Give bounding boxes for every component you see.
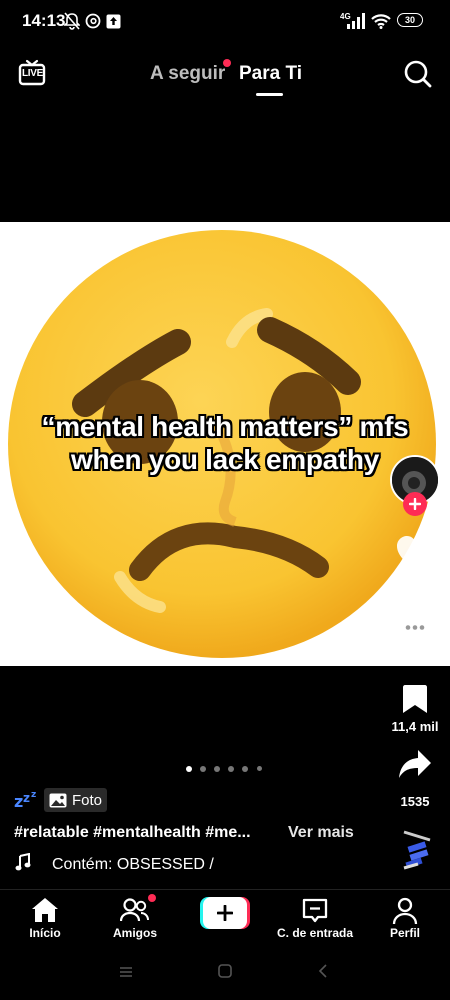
home-icon <box>32 898 58 922</box>
tab-following[interactable]: A seguir <box>150 63 225 85</box>
svg-text:z: z <box>31 790 36 800</box>
sleep-zzz-icon: zzz <box>14 789 40 814</box>
like-count: 66,9 mil <box>391 577 439 592</box>
comment-count: 1815 <box>400 653 430 668</box>
tab-for-you[interactable]: Para Ti <box>239 63 302 85</box>
tab-profile-label: Perfil <box>389 926 420 940</box>
svg-text:z: z <box>14 792 23 809</box>
home-system-icon[interactable] <box>218 964 232 983</box>
bookmark-icon <box>403 685 427 713</box>
follow-button[interactable] <box>403 492 427 516</box>
profile-icon <box>392 897 418 925</box>
muted-bell-icon <box>64 12 80 30</box>
signal-icon <box>346 12 366 30</box>
tab-home[interactable] <box>30 896 60 929</box>
battery-level: 30 <box>404 15 415 25</box>
carousel-dot <box>242 766 248 772</box>
photo-icon <box>49 793 67 807</box>
search-icon[interactable] <box>403 59 433 94</box>
photo-text-overlay: “mental health matters” mfs when you lac… <box>0 410 450 476</box>
live-button[interactable]: LIVE <box>18 58 46 86</box>
tab-inbox-label: C. de entrada <box>276 926 354 940</box>
share-arrow-icon <box>399 750 431 778</box>
new-content-dot <box>223 59 231 67</box>
threads-icon <box>85 12 101 30</box>
tab-friends-label: Amigos <box>112 926 157 940</box>
friends-icon <box>119 898 149 922</box>
carousel-dot <box>257 766 262 771</box>
photo-mode-label: Foto <box>72 791 103 809</box>
friends-notification-dot <box>148 894 156 902</box>
post-hashtags[interactable]: #relatable #mentalhealth #me... <box>14 824 251 842</box>
comment-icon <box>399 614 431 644</box>
music-note-icon <box>15 852 31 878</box>
carousel-dot <box>228 766 234 772</box>
tab-friends[interactable] <box>119 897 150 928</box>
save-button[interactable] <box>402 684 428 719</box>
carousel-dot-active <box>186 766 192 772</box>
status-time: 14:13 <box>22 11 66 30</box>
svg-text:z: z <box>23 791 30 805</box>
live-label: LIVE <box>22 68 44 79</box>
music-track-label[interactable]: Contém: OBSESSED / <box>52 856 222 874</box>
photo-mode-chip[interactable]: Foto <box>44 788 108 812</box>
overlay-line-1: “mental health matters” mfs <box>41 411 409 442</box>
music-disc[interactable] <box>398 828 438 872</box>
tab-home-label: Início <box>29 926 61 940</box>
see-more-link[interactable]: Ver mais <box>288 824 354 842</box>
sound-sticker-icon <box>403 830 431 870</box>
wifi-icon <box>371 12 391 30</box>
share-count: 1535 <box>400 794 430 809</box>
save-count: 11,4 mil <box>391 719 439 734</box>
carousel-dot <box>200 766 206 772</box>
recents-icon[interactable] <box>118 965 134 983</box>
inbox-icon <box>302 898 328 923</box>
active-tab-indicator <box>256 93 283 96</box>
plus-icon <box>217 905 233 921</box>
carousel-dot <box>214 766 220 772</box>
battery-indicator: 30 <box>397 13 423 27</box>
like-button[interactable] <box>396 536 434 577</box>
comment-button[interactable] <box>397 612 433 651</box>
back-icon[interactable] <box>318 964 328 983</box>
create-post-button[interactable] <box>200 897 250 929</box>
plus-icon <box>409 498 421 510</box>
share-button[interactable] <box>398 748 432 785</box>
heart-icon <box>397 536 433 570</box>
upload-notification-icon <box>106 12 121 30</box>
overlay-line-2: when you lack empathy <box>70 444 380 475</box>
